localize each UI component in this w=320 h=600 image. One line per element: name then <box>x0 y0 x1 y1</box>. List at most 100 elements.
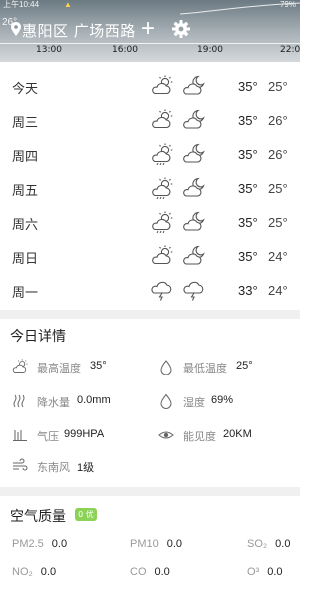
partly-cloudy-icon <box>152 75 173 95</box>
cloudy-night-icon <box>183 143 205 163</box>
forecast-day: 周一 <box>12 286 39 301</box>
thunderstorm-icon <box>151 281 172 301</box>
aq-item: O³ 0.0 <box>247 566 283 582</box>
today-details-title: 今日详情 <box>10 329 66 345</box>
high-temp: 35° <box>238 249 258 264</box>
cloudy-night-icon <box>183 109 205 129</box>
aq-label: NO₂ <box>12 566 33 578</box>
wind-direction: 东南风 <box>37 461 70 474</box>
high-temp: 35° <box>238 215 258 230</box>
pressure-detail: 气压 999HPA <box>12 426 152 446</box>
add-city-button[interactable]: + <box>138 17 158 41</box>
rain-waves-icon <box>13 394 25 408</box>
aq-label: O³ <box>247 566 260 578</box>
sun-rain-icon <box>151 177 173 199</box>
aq-item: CO 0.0 <box>130 566 170 582</box>
low-temp: 26° <box>268 113 288 128</box>
pressure-value: 999HPA <box>64 428 105 440</box>
high-temp: 35° <box>238 181 258 196</box>
low-temp: 24° <box>268 283 288 298</box>
high-temp: 35° <box>238 147 258 162</box>
cloudy-night-icon <box>183 245 205 265</box>
humidity-label: 湿度 <box>183 396 205 409</box>
wind-level: 1级 <box>77 462 95 474</box>
forecast-row[interactable]: 周日 35° 24° <box>0 240 300 274</box>
forecast-day: 周日 <box>12 252 39 267</box>
low-temp: 26° <box>268 147 288 162</box>
min-temp-value: 25° <box>236 360 253 372</box>
visibility-label: 能见度 <box>183 430 216 443</box>
low-temp: 25° <box>268 181 288 196</box>
max-temp-label: 最高温度 <box>37 362 81 375</box>
forecast-row[interactable]: 今天 35° 25° <box>0 70 300 104</box>
thermometer-drop-icon <box>160 360 172 375</box>
visibility-value: 20KM <box>223 428 252 440</box>
location-pin-icon[interactable] <box>11 22 21 36</box>
min-temp-detail: 最低温度 25° <box>158 358 298 378</box>
partly-cloudy-icon <box>152 245 173 265</box>
wind-icon <box>13 458 28 471</box>
forecast-row[interactable]: 周一 33° 24° <box>0 274 300 308</box>
partly-cloudy-icon <box>152 109 173 129</box>
sun-rain-icon <box>151 143 173 165</box>
sun-rain-icon <box>151 211 173 233</box>
gear-icon[interactable] <box>171 19 191 39</box>
aq-item: NO₂ 0.0 <box>12 566 56 582</box>
low-temp: 24° <box>268 249 288 264</box>
aq-value: 0.0 <box>154 566 170 578</box>
hour-tick: 13:00 <box>36 45 62 55</box>
aq-item: SO₂ 0.0 <box>247 538 290 554</box>
water-drop-icon <box>160 393 172 409</box>
max-temp-value: 35° <box>90 360 107 372</box>
hour-tick: 19:00 <box>197 45 223 55</box>
high-temp: 35° <box>238 79 258 94</box>
forecast-day: 今天 <box>12 82 39 97</box>
hour-tick: 16:00 <box>112 45 138 55</box>
low-temp: 25° <box>268 215 288 230</box>
thunderstorm-icon <box>183 281 204 301</box>
forecast-day: 周四 <box>12 150 39 165</box>
forecast-row[interactable]: 周三 35° 26° <box>0 104 300 138</box>
humidity-value: 69% <box>211 394 234 406</box>
aq-label: PM2.5 <box>12 538 44 550</box>
cloudy-night-icon <box>183 177 205 197</box>
forecast-day: 周五 <box>12 184 39 199</box>
aq-label: CO <box>130 566 147 578</box>
eye-icon <box>158 431 174 439</box>
forecast-row[interactable]: 周五 35° 25° <box>0 172 300 206</box>
rain-label: 降水量 <box>37 396 70 409</box>
partly-cloudy-icon <box>12 359 28 373</box>
wind-detail: 东南风 1级 <box>12 457 152 477</box>
high-temp: 35° <box>238 113 258 128</box>
cloudy-night-icon <box>183 75 205 95</box>
hourly-axis <box>0 43 300 44</box>
visibility-detail: 能见度 20KM <box>158 426 298 446</box>
aq-item: PM2.5 0.0 <box>12 538 67 554</box>
max-temp-detail: 最高温度 35° <box>12 358 152 378</box>
location-name[interactable]: 惠阳区 广场西路 <box>22 20 136 41</box>
daily-forecast-list: 今天 35° 25° 周三 35° 26° 周四 35° 26° 周五 35° … <box>0 70 300 308</box>
hour-tick: 22:0 <box>280 45 300 55</box>
low-temp: 25° <box>268 79 288 94</box>
aq-value: 0.0 <box>51 538 68 550</box>
forecast-row[interactable]: 周四 35° 26° <box>0 138 300 172</box>
air-quality-title: 空气质量 <box>10 509 66 525</box>
pressure-gauge-icon <box>13 430 27 441</box>
aq-label: PM10 <box>130 538 159 550</box>
rain-detail: 降水量 0.0mm <box>12 392 152 412</box>
aq-value: 0.0 <box>267 566 283 578</box>
forecast-row[interactable]: 周六 35° 25° <box>0 206 300 240</box>
pressure-label: 气压 <box>37 430 59 443</box>
warning-icon: ▲ <box>64 0 72 9</box>
aqi-badge: 0 优 <box>75 508 97 521</box>
aq-label: SO₂ <box>247 538 268 550</box>
aq-item: PM10 0.0 <box>130 538 182 554</box>
aq-value: 0.0 <box>40 566 57 578</box>
status-time: 上午10:44 <box>3 0 40 9</box>
rain-value: 0.0mm <box>77 394 111 406</box>
min-temp-label: 最低温度 <box>183 362 227 375</box>
section-divider <box>0 487 300 496</box>
aq-value: 0.0 <box>275 538 291 550</box>
section-divider <box>0 310 300 319</box>
forecast-day: 周三 <box>12 116 39 131</box>
